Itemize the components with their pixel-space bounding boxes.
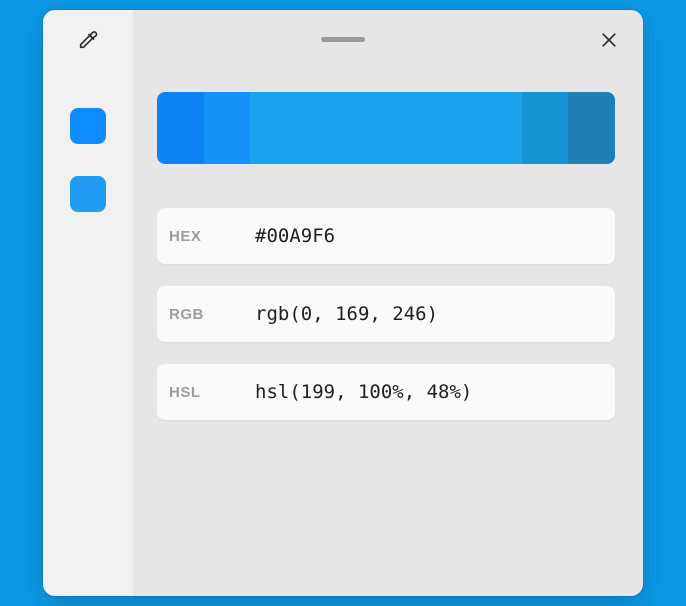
- shade-segment[interactable]: [568, 92, 615, 164]
- shade-segment[interactable]: [250, 92, 521, 164]
- hex-label: HEX: [169, 228, 255, 245]
- shade-strip[interactable]: [157, 92, 615, 164]
- rgb-value: rgb(0, 169, 246): [255, 303, 438, 325]
- eyedropper-icon: [77, 29, 99, 51]
- history-swatch[interactable]: [70, 108, 106, 144]
- drag-handle[interactable]: [321, 37, 365, 42]
- hsl-row[interactable]: HSL hsl(199, 100%, 48%): [157, 364, 615, 420]
- color-picker-window: HEX #00A9F6 RGB rgb(0, 169, 246) HSL hsl…: [43, 10, 643, 596]
- window-body: HEX #00A9F6 RGB rgb(0, 169, 246) HSL hsl…: [43, 70, 643, 596]
- rgb-row[interactable]: RGB rgb(0, 169, 246): [157, 286, 615, 342]
- rgb-label: RGB: [169, 306, 255, 323]
- shade-segment[interactable]: [204, 92, 251, 164]
- hex-value: #00A9F6: [255, 225, 335, 247]
- color-history-sidebar: [43, 70, 133, 596]
- history-swatch[interactable]: [70, 176, 106, 212]
- titlebar-left-section: [43, 10, 133, 70]
- titlebar: [43, 10, 643, 70]
- eyedropper-button[interactable]: [70, 22, 106, 58]
- hsl-value: hsl(199, 100%, 48%): [255, 381, 472, 403]
- close-button[interactable]: [591, 22, 627, 58]
- hex-row[interactable]: HEX #00A9F6: [157, 208, 615, 264]
- shade-segment[interactable]: [522, 92, 569, 164]
- shade-segment[interactable]: [157, 92, 204, 164]
- close-icon: [599, 30, 619, 50]
- main-panel: HEX #00A9F6 RGB rgb(0, 169, 246) HSL hsl…: [133, 70, 643, 596]
- hsl-label: HSL: [169, 384, 255, 401]
